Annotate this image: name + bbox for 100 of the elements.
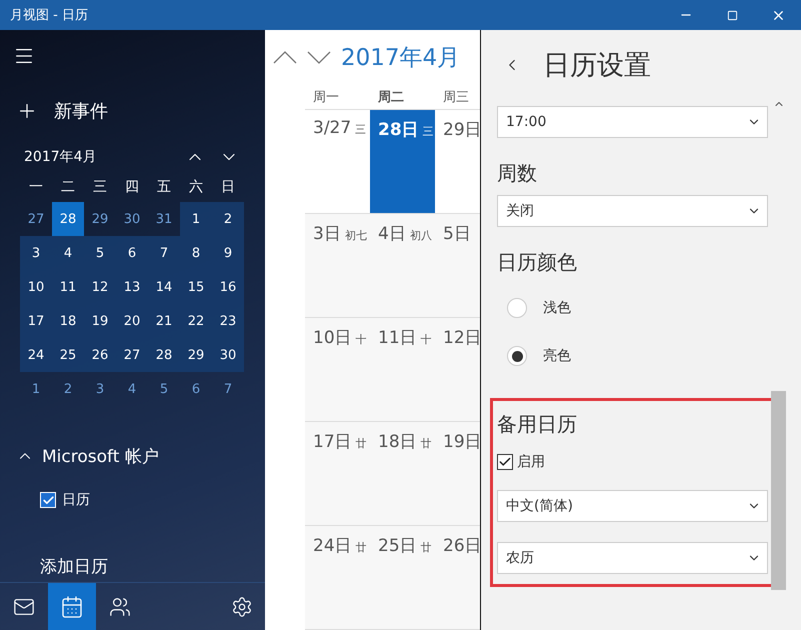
date-label: 19日: [443, 431, 480, 453]
window-title: 月视图 - 日历: [10, 7, 88, 24]
day-cell[interactable]: 17日 廿: [305, 422, 370, 525]
day-cell[interactable]: 28: [148, 338, 180, 372]
day-cell[interactable]: 7: [212, 372, 244, 406]
account-header[interactable]: Microsoft 帐户: [0, 440, 265, 472]
calendar-label: 日历: [62, 491, 90, 509]
day-cell[interactable]: 25日 廿: [370, 526, 435, 629]
day-cell[interactable]: 28日 三: [370, 110, 435, 213]
day-cell[interactable]: 29日: [435, 110, 480, 213]
weekday-header: 周二: [377, 89, 405, 107]
day-cell[interactable]: 10: [20, 270, 52, 304]
day-cell[interactable]: 28: [52, 202, 84, 236]
chevron-up-icon: [273, 51, 297, 64]
mail-icon: [13, 596, 35, 618]
chevron-down-icon: [307, 51, 331, 64]
check-icon: [42, 494, 54, 506]
day-cell[interactable]: 9: [212, 236, 244, 270]
maximize-icon: [726, 10, 738, 20]
add-calendar-link[interactable]: 添加日历: [0, 552, 265, 580]
day-cell[interactable]: 27: [116, 338, 148, 372]
day-cell[interactable]: 11: [52, 270, 84, 304]
day-cell[interactable]: 16: [212, 270, 244, 304]
day-cell[interactable]: 3/27 三: [305, 110, 370, 213]
dropdown[interactable]: 农历: [497, 542, 768, 574]
dropdown[interactable]: 17:00: [497, 106, 768, 138]
day-cell[interactable]: 3: [20, 236, 52, 270]
day-cell[interactable]: 23: [212, 304, 244, 338]
lunar-date: 廿: [356, 436, 367, 451]
day-cell[interactable]: 1: [180, 202, 212, 236]
dropdown[interactable]: 中文(简体): [497, 490, 768, 522]
day-cell[interactable]: 5: [148, 372, 180, 406]
section-heading: 备用日历: [497, 411, 578, 438]
day-cell[interactable]: 12日: [435, 318, 480, 421]
weekday-label: 五: [156, 178, 172, 197]
date-label: 3日: [313, 223, 341, 245]
day-cell[interactable]: 30: [212, 338, 244, 372]
day-cell[interactable]: 2: [52, 372, 84, 406]
scrollbar-thumb[interactable]: [771, 391, 786, 590]
day-cell[interactable]: 22: [180, 304, 212, 338]
dropdown[interactable]: 关闭: [497, 195, 768, 227]
day-cell[interactable]: 10日 十: [305, 318, 370, 421]
day-cell[interactable]: 18: [52, 304, 84, 338]
date-label: 25日: [378, 535, 417, 557]
day-cell[interactable]: 29: [180, 338, 212, 372]
day-cell[interactable]: 8: [180, 236, 212, 270]
day-cell[interactable]: 1: [20, 372, 52, 406]
day-cell[interactable]: 29: [84, 202, 116, 236]
day-cell[interactable]: 19日: [435, 422, 480, 525]
day-cell[interactable]: 26日: [435, 526, 480, 629]
next-button[interactable]: [307, 51, 331, 64]
day-cell[interactable]: 30: [116, 202, 148, 236]
lunar-date: 三: [355, 122, 366, 137]
lunar-date: 三: [422, 124, 434, 139]
day-cell[interactable]: 6: [180, 372, 212, 406]
mini-calendar-title: 2017年4月: [24, 148, 97, 166]
date-label: 11日: [378, 327, 417, 349]
day-cell[interactable]: 3日 初七: [305, 214, 370, 317]
day-cell[interactable]: 20: [116, 304, 148, 338]
day-cell[interactable]: 24日 廿: [305, 526, 370, 629]
day-cell[interactable]: 12: [84, 270, 116, 304]
day-cell[interactable]: 4: [52, 236, 84, 270]
day-cell[interactable]: 7: [148, 236, 180, 270]
date-label: 12日: [443, 327, 480, 349]
weekday-label: 二: [60, 178, 76, 197]
weekday-label: 三: [92, 178, 108, 197]
lunar-date: 初八: [410, 228, 432, 243]
day-cell[interactable]: 19: [84, 304, 116, 338]
day-cell[interactable]: 11日 十: [370, 318, 435, 421]
new-event-button[interactable]: 新事件: [0, 94, 265, 128]
settings-icon: [231, 596, 253, 618]
day-cell[interactable]: 5: [84, 236, 116, 270]
radio-button[interactable]: [507, 346, 527, 366]
previous-button[interactable]: [273, 51, 297, 64]
day-cell[interactable]: 4日 初八: [370, 214, 435, 317]
section-heading: 日历颜色: [497, 249, 578, 276]
day-cell[interactable]: 24: [20, 338, 52, 372]
day-cell[interactable]: 25: [52, 338, 84, 372]
day-cell[interactable]: 26: [84, 338, 116, 372]
day-cell[interactable]: 4: [116, 372, 148, 406]
radio-button[interactable]: [507, 298, 527, 318]
day-cell[interactable]: 6: [116, 236, 148, 270]
day-cell[interactable]: 17: [20, 304, 52, 338]
weekday-label: 四: [124, 178, 140, 197]
day-cell[interactable]: 15: [180, 270, 212, 304]
day-cell[interactable]: 27: [20, 202, 52, 236]
day-cell[interactable]: 13: [116, 270, 148, 304]
date-label: 29日: [443, 119, 480, 141]
day-cell[interactable]: 5日: [435, 214, 480, 317]
checkbox[interactable]: [497, 454, 513, 470]
day-cell[interactable]: 14: [148, 270, 180, 304]
section-heading: 周数: [497, 160, 538, 187]
lunar-date: 初七: [344, 228, 367, 243]
panel-title: 日历设置: [543, 49, 651, 83]
day-cell[interactable]: 18日 廿: [370, 422, 435, 525]
day-cell[interactable]: 21: [148, 304, 180, 338]
day-cell[interactable]: 3: [84, 372, 116, 406]
radio-label: 亮色: [543, 347, 571, 365]
day-cell[interactable]: 2: [212, 202, 244, 236]
day-cell[interactable]: 31: [148, 202, 180, 236]
